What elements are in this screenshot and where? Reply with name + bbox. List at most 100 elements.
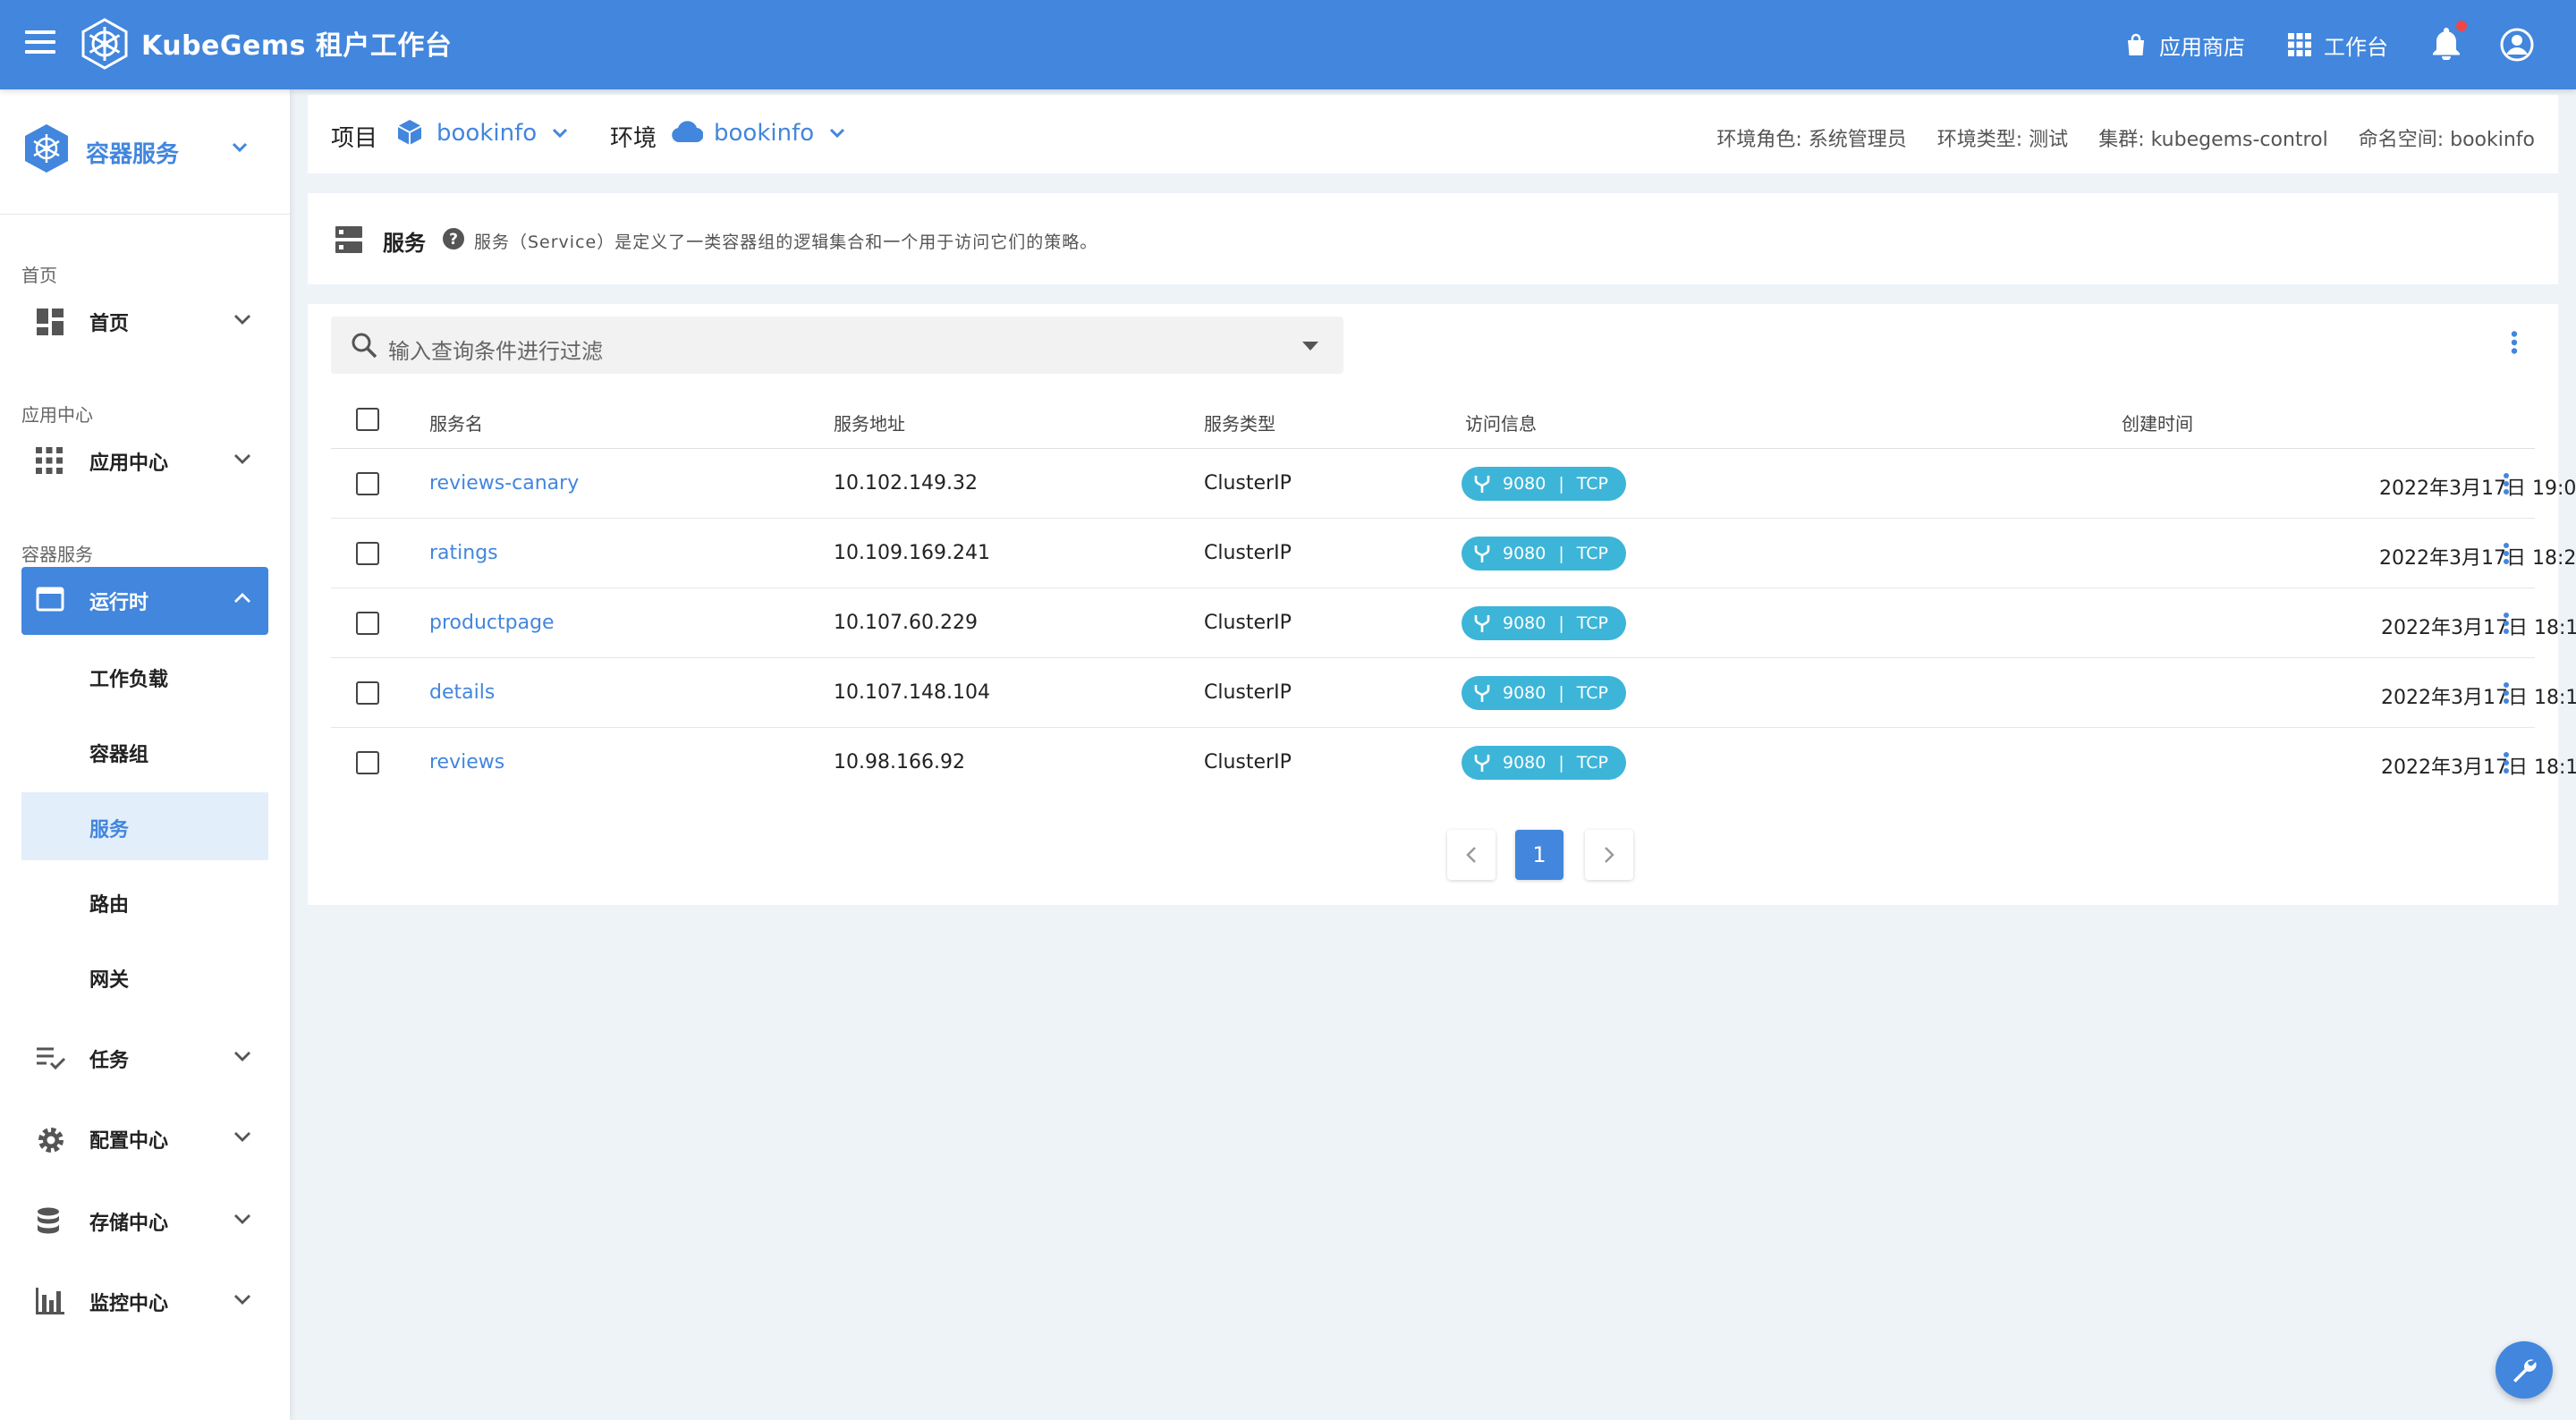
sidebar: 容器服务 首页 首页 应用中心 应用中心 容器服务 运行时 工作负载 容器组 服… (0, 89, 290, 1420)
created-time: 2022年3月17日 18:16 (2381, 687, 2576, 709)
row-checkbox[interactable] (356, 612, 379, 635)
sidebar-item-storage-center[interactable]: 存储中心 (21, 1188, 268, 1255)
window-icon (36, 587, 64, 612)
env-selector[interactable]: bookinfo (714, 120, 814, 147)
chevron-down-icon[interactable] (828, 127, 846, 139)
column-header: 创建时间 (2122, 413, 2193, 435)
menu-icon[interactable] (25, 30, 55, 55)
table-header: 服务名 服务地址 服务类型 访问信息 创建时间 (331, 390, 2535, 449)
wrench-icon (2513, 1359, 2537, 1382)
env-role: 环境角色: 系统管理员 (1716, 129, 1907, 151)
workspace-button[interactable]: 工作台 (2288, 30, 2388, 61)
cloud-icon (672, 121, 703, 143)
tools-fab-button[interactable] (2496, 1341, 2553, 1399)
more-vert-icon[interactable] (2503, 473, 2510, 494)
chevron-down-icon (234, 454, 250, 464)
service-name-link[interactable]: ratings (429, 542, 498, 564)
services-panel: 输入查询条件进行过滤 服务名 服务地址 服务类型 访问信息 创建时间 revie… (308, 304, 2576, 905)
next-page-button[interactable] (1585, 830, 1633, 880)
more-vert-icon[interactable] (2503, 752, 2510, 773)
row-checkbox[interactable] (356, 542, 379, 565)
select-all-checkbox[interactable] (356, 408, 379, 431)
help-icon[interactable]: ? (442, 227, 465, 250)
chevron-down-icon (234, 1052, 250, 1061)
more-vert-icon[interactable] (2503, 682, 2510, 704)
service-name-link[interactable]: reviews (429, 751, 504, 773)
brand-title: KubeGems 租户工作台 (141, 30, 453, 62)
sidebar-sub-pods[interactable]: 容器组 (21, 717, 268, 785)
search-icon (352, 333, 377, 359)
context-bar: 项目 bookinfo 环境 bookinfo 环境角色: 系统管理员 环境类型… (308, 95, 2558, 173)
svg-text:?: ? (449, 231, 458, 249)
more-vert-icon[interactable] (2503, 543, 2510, 564)
sidebar-sub-label: 网关 (89, 969, 130, 992)
service-name-link[interactable]: reviews-canary (429, 472, 579, 494)
page-title: 服务 (383, 231, 426, 256)
bar-chart-icon (36, 1288, 64, 1314)
module-switcher[interactable]: 容器服务 (0, 89, 290, 215)
table-row: reviews-canary 10.102.149.32 ClusterIP 9… (331, 449, 2576, 519)
account-circle-icon[interactable] (2499, 27, 2535, 63)
app-store-button[interactable]: 应用商店 (2125, 30, 2245, 61)
fork-icon (1474, 545, 1490, 562)
service-type: ClusterIP (1204, 681, 1292, 704)
more-vert-icon[interactable] (2503, 613, 2510, 634)
sidebar-item-label: 任务 (89, 1050, 130, 1072)
sidebar-item-config-center[interactable]: 配置中心 (21, 1105, 268, 1173)
sidebar-item-runtime[interactable]: 运行时 (21, 567, 268, 635)
service-name-link[interactable]: details (429, 681, 495, 704)
row-checkbox[interactable] (356, 472, 379, 495)
sidebar-sub-label: 容器组 (89, 744, 149, 766)
task-list-icon (37, 1047, 66, 1070)
protocol: TCP (1576, 753, 1608, 773)
row-checkbox[interactable] (356, 681, 379, 705)
sidebar-item-monitor-center[interactable]: 监控中心 (21, 1268, 268, 1336)
protocol: TCP (1576, 613, 1608, 633)
sidebar-item-label: 首页 (89, 313, 130, 335)
filter-placeholder: 输入查询条件进行过滤 (388, 339, 603, 364)
prev-page-button[interactable] (1447, 830, 1496, 880)
sidebar-sub-label: 服务 (89, 819, 130, 841)
service-type: ClusterIP (1204, 751, 1292, 773)
service-type: ClusterIP (1204, 542, 1292, 564)
database-icon (38, 1207, 59, 1234)
chevron-left-icon (1466, 847, 1476, 863)
page-description: 服务（Service）是定义了一类容器组的逻辑集合和一个用于访问它们的策略。 (474, 232, 1098, 252)
chevron-up-icon (234, 593, 250, 603)
env-label: 环境 (610, 125, 657, 152)
fork-icon (1474, 755, 1490, 772)
row-checkbox[interactable] (356, 751, 379, 774)
more-vert-icon[interactable] (2510, 331, 2519, 354)
protocol: TCP (1576, 474, 1608, 494)
sidebar-item-label: 存储中心 (89, 1213, 169, 1235)
chevron-down-icon (234, 1295, 250, 1305)
service-address: 10.107.60.229 (834, 612, 978, 634)
port: 9080 (1503, 474, 1546, 494)
cube-icon (397, 120, 422, 145)
service-address: 10.98.166.92 (834, 751, 965, 773)
notifications-button[interactable] (2431, 21, 2467, 63)
sidebar-sub-ingress[interactable]: 路由 (21, 867, 268, 935)
dropdown-arrow-icon[interactable] (1302, 342, 1318, 351)
page-button-current[interactable]: 1 (1515, 830, 1563, 880)
pagination: 1 (308, 830, 2558, 880)
sidebar-sub-gateway[interactable]: 网关 (21, 942, 268, 1010)
sidebar-sub-workloads[interactable]: 工作负载 (21, 642, 268, 710)
project-selector[interactable]: bookinfo (436, 120, 537, 147)
service-type: ClusterIP (1204, 612, 1292, 634)
namespace-info: 命名空间: bookinfo (2358, 129, 2535, 151)
sidebar-sub-services[interactable]: 服务 (21, 792, 268, 860)
sidebar-item-tasks[interactable]: 任务 (21, 1025, 268, 1093)
cluster-info: 集群: kubegems-control (2098, 129, 2328, 151)
apps-grid-icon (36, 447, 63, 474)
kubegems-logo (81, 18, 128, 70)
gear-icon (38, 1128, 64, 1153)
service-name-link[interactable]: productpage (429, 612, 555, 634)
chevron-down-icon[interactable] (551, 127, 569, 139)
service-address: 10.109.169.241 (834, 542, 990, 564)
sidebar-item-app-center[interactable]: 应用中心 (21, 427, 268, 495)
table-row: details 10.107.148.104 ClusterIP 9080 | TC… (331, 658, 2576, 728)
sidebar-sub-label: 路由 (89, 894, 130, 917)
sidebar-item-home[interactable]: 首页 (21, 288, 268, 356)
filter-input[interactable]: 输入查询条件进行过滤 (331, 317, 1343, 374)
